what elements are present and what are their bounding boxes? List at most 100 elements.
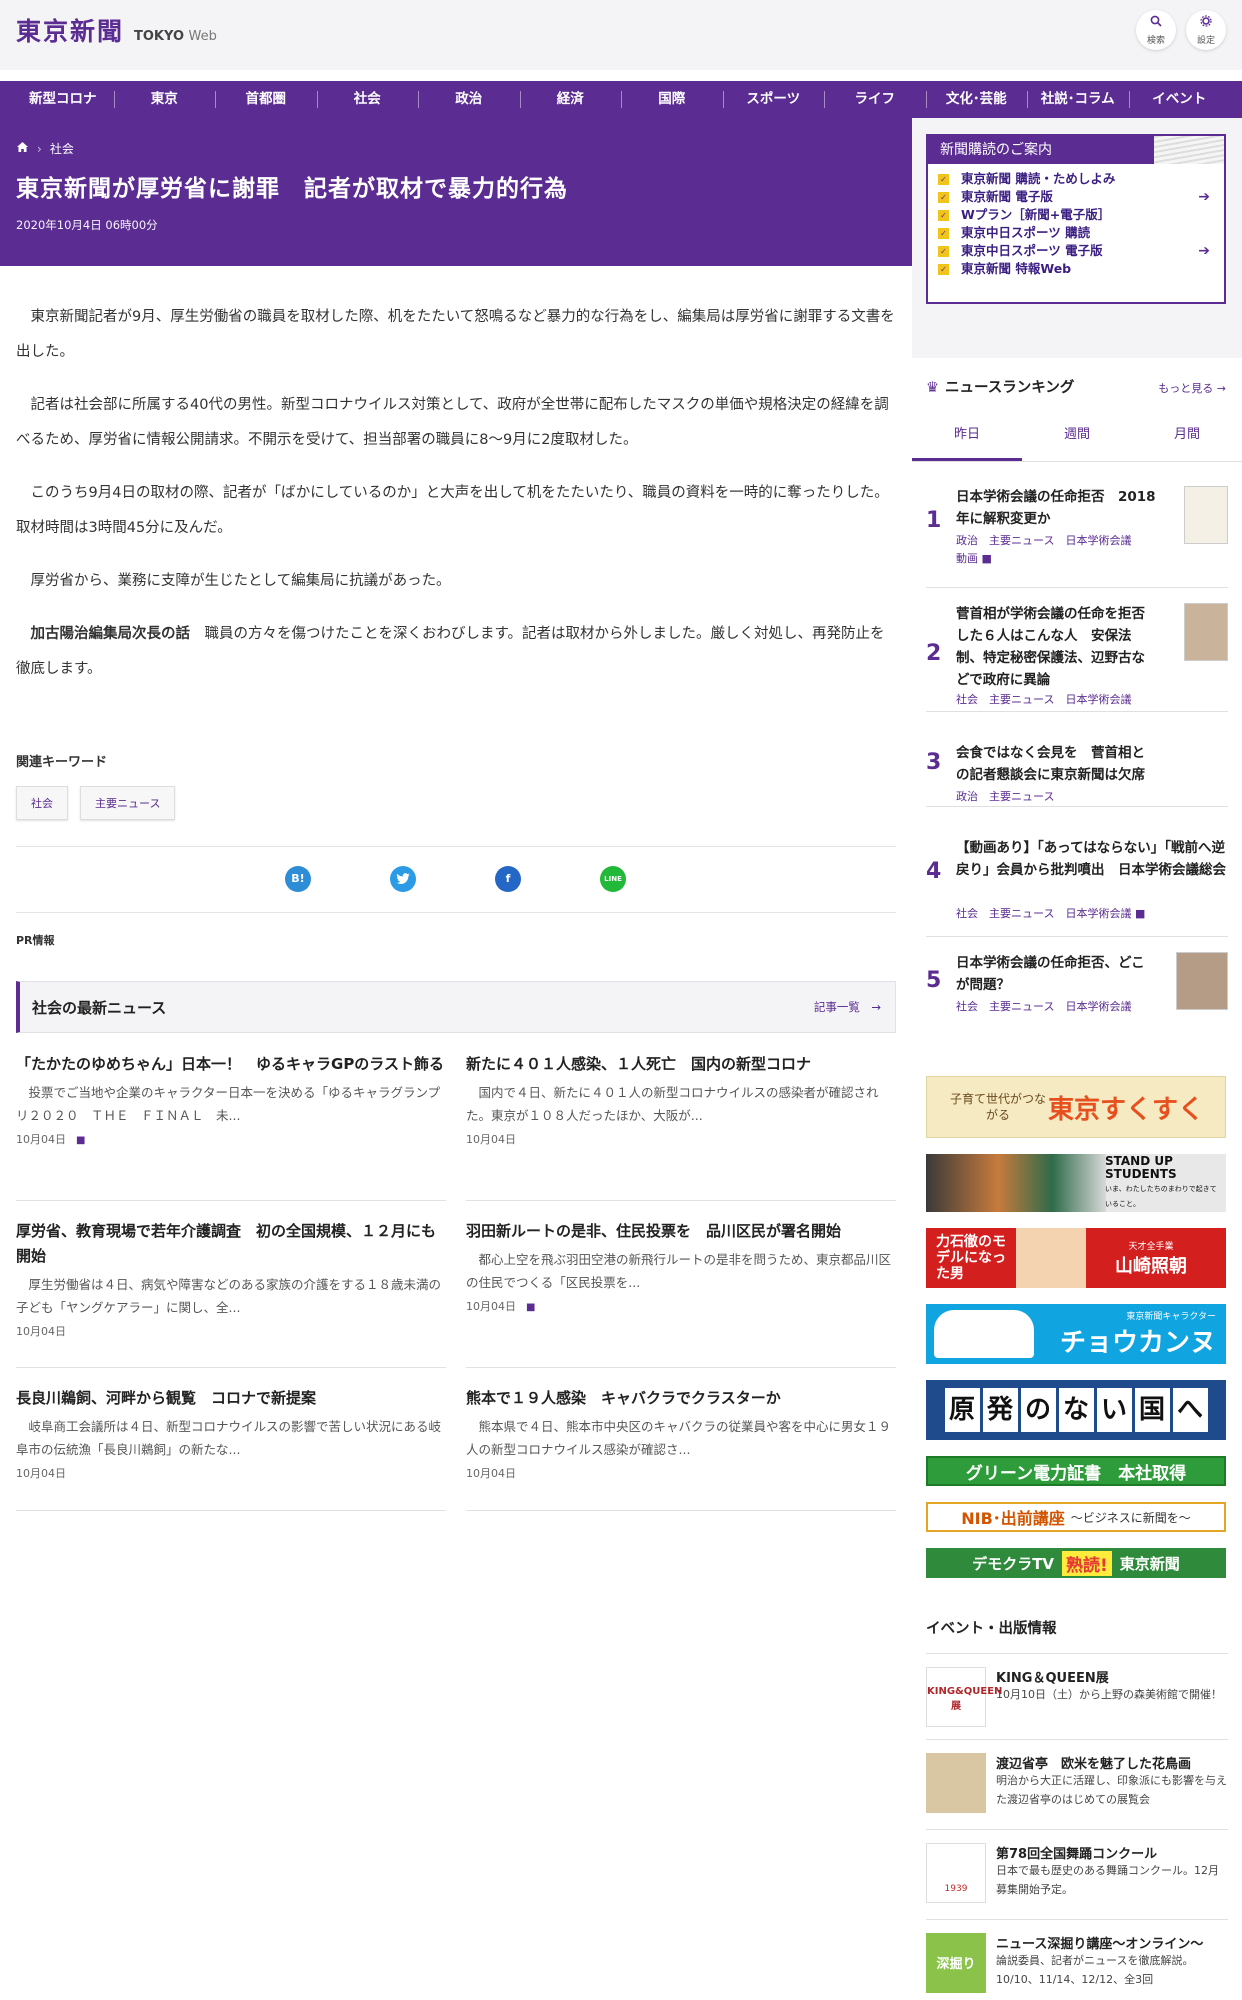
- nav-item-editorial[interactable]: 社説･コラム: [1027, 81, 1129, 118]
- subscription-link[interactable]: ✓ 東京新聞 特報Web: [938, 260, 1214, 278]
- news-title[interactable]: 「たかたのゆめちゃん」日本一！ ゆるキャラGPのラスト飾る: [16, 1052, 446, 1077]
- event-title[interactable]: 第78回全国舞踊コンクール: [996, 1843, 1157, 1862]
- democra-tv-banner[interactable]: デモクラTV 熟読! 東京新聞: [926, 1548, 1226, 1578]
- nav-item-shutoken[interactable]: 首都圏: [215, 81, 317, 118]
- news-title[interactable]: 新たに４０１人感染、１人死亡 国内の新型コロナ: [466, 1052, 896, 1077]
- camera-icon: ■: [526, 1302, 536, 1313]
- nav-item-society[interactable]: 社会: [316, 81, 419, 118]
- news-item[interactable]: 「たかたのゆめちゃん」日本一！ ゆるキャラGPのラスト飾る 投票でご当地や企業の…: [16, 1052, 446, 1147]
- divider: [16, 846, 896, 847]
- breadcrumb-society[interactable]: 社会: [50, 140, 74, 157]
- event-title[interactable]: KING＆QUEEN展: [996, 1667, 1109, 1686]
- check-icon: ✓: [938, 191, 949, 203]
- ranking-item[interactable]: 4 【動画あり】「あってはならない」「戦前へ逆戻り」会員から批判噴出 日本学術会…: [926, 837, 1228, 927]
- search-button[interactable]: 検索: [1136, 10, 1176, 50]
- event-item[interactable]: 1939 第78回全国舞踊コンクール 日本で最も歴史のある舞踊コンクール。12月…: [926, 1843, 1228, 1905]
- ranking-item-title[interactable]: 【動画あり】「あってはならない」「戦前へ逆戻り」会員から批判噴出 日本学術会議総…: [956, 837, 1226, 881]
- twitter-icon[interactable]: [390, 866, 416, 892]
- news-item[interactable]: 新たに４０１人感染、１人死亡 国内の新型コロナ 国内で４日、新たに４０１人の新型…: [466, 1052, 896, 1147]
- genpatsu-char: 発: [982, 1388, 1018, 1432]
- subscription-link[interactable]: ✓ 東京新聞 電子版 ➔: [938, 188, 1214, 206]
- article-list-link[interactable]: 記事一覧 →: [814, 999, 881, 1015]
- subscription-link[interactable]: ✓ 東京中日スポーツ 電子版 ➔: [938, 242, 1214, 260]
- nav-item-international[interactable]: 国際: [621, 81, 723, 118]
- home-icon[interactable]: [16, 141, 29, 156]
- sukusuku-banner[interactable]: 子育て世代がつながる 東京すくすく: [926, 1076, 1226, 1138]
- event-text: 論説委員、記者がニュースを徹底解説。10/10、11/14、12/12、全3回: [996, 1954, 1194, 1986]
- login-icon: ➔: [1198, 189, 1210, 205]
- ranking-item[interactable]: 3 会食ではなく会見を 菅首相との記者懇談会に東京新聞は欠席 政治 主要ニュース: [926, 742, 1228, 812]
- subscription-list: ✓ 東京新聞 購読・ためしよみ ✓ 東京新聞 電子版 ➔ ✓ Wプラン［新聞+電子版］ …: [928, 164, 1224, 284]
- news-item[interactable]: 熊本で１９人感染 キャバクラでクラスターか 熊本県で４日、熊本市中央区のキャバク…: [466, 1386, 896, 1481]
- yamasaki-caption: 力石徹のモデルになった男: [936, 1234, 1006, 1282]
- article-paragraph: 東京新聞記者が9月、厚生労働省の職員を取材した際、机をたたいて怒鳴るなど暴力的な…: [16, 309, 895, 360]
- keyword-tag[interactable]: 主要ニュース: [80, 786, 176, 820]
- line-icon[interactable]: LINE: [600, 866, 626, 892]
- ranking-thumbnail: [1176, 952, 1228, 1010]
- ranking-item[interactable]: 1 日本学術会議の任命拒否 2018年に解釈変更か 政治 主要ニュース 日本学術…: [926, 486, 1228, 570]
- ranking-item-title[interactable]: 菅首相が学術会議の任命を拒否した６人はこんな人 安保法制、特定秘密保護法、辺野古…: [956, 603, 1156, 691]
- event-image: [926, 1753, 986, 1813]
- hatena-bookmark-button[interactable]: B!: [285, 866, 311, 892]
- ranking-item[interactable]: 2 菅首相が学術会議の任命を拒否した６人はこんな人 安保法制、特定秘密保護法、辺…: [926, 603, 1228, 706]
- divider: [466, 1200, 896, 1201]
- tab-weekly[interactable]: 週間: [1022, 410, 1132, 461]
- genpatsu-banner[interactable]: 原 発 の な い 国 へ: [926, 1380, 1226, 1440]
- democra-paper: 東京新聞: [1119, 1554, 1180, 1573]
- ranking-item[interactable]: 5 日本学術会議の任命拒否、どこが問題？ 社会 主要ニュース 日本学術会議: [926, 952, 1228, 1020]
- news-title[interactable]: 熊本で１９人感染 キャバクラでクラスターか: [466, 1386, 896, 1411]
- choukantu-banner[interactable]: 東京新聞キャラクター チョウカンヌ: [926, 1304, 1226, 1364]
- students-banner[interactable]: STAND UP STUDENTS いま、わたしたちのまわりで起きていること。: [926, 1154, 1226, 1212]
- tab-yesterday[interactable]: 昨日: [912, 410, 1022, 461]
- green-power-banner[interactable]: グリーン電力証書 本社取得: [926, 1456, 1226, 1486]
- news-item[interactable]: 厚労省、教育現場で若年介護調査 初の全国規模、１２月にも開始 厚生労働省は４日、…: [16, 1219, 446, 1339]
- news-title[interactable]: 長良川鵜飼、河畔から観覧 コロナで新提案: [16, 1386, 446, 1411]
- event-item[interactable]: 深掘り ニュース深掘り講座～オンライン～ 論説委員、記者がニュースを徹底解説。1…: [926, 1933, 1228, 1995]
- tab-monthly[interactable]: 月間: [1132, 410, 1242, 461]
- event-title[interactable]: ニュース深掘り講座～オンライン～: [996, 1933, 1203, 1952]
- subscription-link[interactable]: ✓ 東京中日スポーツ 購読: [938, 224, 1214, 242]
- ranking-item-title[interactable]: 日本学術会議の任命拒否、どこが問題？: [956, 952, 1156, 996]
- site-logo[interactable]: 東京新聞 TOKYO Web: [16, 12, 217, 48]
- yamasaki-small: 天才全手業: [1128, 1241, 1174, 1252]
- nib-caption: ～ビジネスに新聞を～: [1070, 1510, 1191, 1525]
- news-title[interactable]: 厚労省、教育現場で若年介護調査 初の全国規模、１２月にも開始: [16, 1219, 446, 1269]
- event-text: 日本で最も歴史のある舞踊コンクール。12月募集開始予定。: [996, 1864, 1219, 1896]
- ranking-thumbnail: [1184, 486, 1228, 544]
- nav-item-culture[interactable]: 文化･芸能: [925, 81, 1028, 118]
- nav-item-life[interactable]: ライフ: [824, 81, 926, 118]
- nav-item-corona[interactable]: 新型コロナ: [12, 81, 114, 118]
- newspaper-image: [1154, 136, 1224, 164]
- settings-button[interactable]: 設定: [1186, 10, 1226, 50]
- news-title[interactable]: 羽田新ルートの是非、住民投票を 品川区民が署名開始: [466, 1219, 896, 1244]
- subscription-box: 新聞購読のご案内 ✓ 東京新聞 購読・ためしよみ ✓ 東京新聞 電子版 ➔ ✓ Wプラン…: [926, 134, 1226, 304]
- subscription-link[interactable]: ✓ 東京新聞 購読・ためしよみ: [938, 170, 1214, 188]
- students-caption: いま、わたしたちのまわりで起きていること。: [1105, 1185, 1217, 1208]
- ranking-item-title[interactable]: 会食ではなく会見を 菅首相との記者懇談会に東京新聞は欠席: [956, 742, 1156, 786]
- event-item[interactable]: KING&QUEEN展 KING＆QUEEN展 10月10日（土）から上野の森美…: [926, 1667, 1228, 1729]
- sukusuku-caption: 子育て世代がつながる: [949, 1092, 1046, 1122]
- nav-item-politics[interactable]: 政治: [418, 81, 520, 118]
- nav-item-tokyo[interactable]: 東京: [113, 81, 216, 118]
- article-body: 東京新聞記者が9月、厚生労働省の職員を取材した際、机をたたいて怒鳴るなど暴力的な…: [16, 300, 896, 705]
- news-item[interactable]: 長良川鵜飼、河畔から観覧 コロナで新提案 岐阜商工会議所は４日、新型コロナウイル…: [16, 1386, 446, 1481]
- rank-number: 4: [926, 859, 942, 884]
- event-title[interactable]: 渡辺省亭 欧米を魅了した花鳥画: [996, 1753, 1191, 1772]
- latest-news-title: 社会の最新ニュース: [32, 999, 167, 1017]
- yamasaki-banner[interactable]: 力石徹のモデルになった男 天才全手業山崎照朝: [926, 1228, 1226, 1288]
- ranking-item-title[interactable]: 日本学術会議の任命拒否 2018年に解釈変更か: [956, 486, 1156, 530]
- nav-item-event[interactable]: イベント: [1128, 81, 1231, 118]
- apology-paragraph: 加古陽治編集局次長の話 職員の方々を傷つけたことを深くおわびします。記者は取材か…: [16, 617, 896, 687]
- subscription-link[interactable]: ✓ Wプラン［新聞+電子版］: [938, 206, 1214, 224]
- event-item[interactable]: 渡辺省亭 欧米を魅了した花鳥画 明治から大正に活躍し、印象派にも影響を与えた渡辺…: [926, 1753, 1228, 1815]
- ranking-more-link[interactable]: もっと見る →: [1158, 380, 1226, 396]
- nib-banner[interactable]: NIB･出前講座 ～ビジネスに新聞を～: [926, 1502, 1226, 1532]
- logo-text: 東京新聞: [16, 17, 125, 46]
- facebook-icon[interactable]: f: [495, 866, 521, 892]
- yamasaki-name: 山崎照朝: [1115, 1255, 1187, 1277]
- nav-item-sports[interactable]: スポーツ: [722, 81, 825, 118]
- keyword-tag[interactable]: 社会: [16, 786, 68, 820]
- nav-item-economy[interactable]: 経済: [519, 81, 622, 118]
- event-text: 明治から大正に活躍し、印象派にも影響を与えた渡辺省亭のはじめての展覧会: [996, 1774, 1227, 1806]
- news-item[interactable]: 羽田新ルートの是非、住民投票を 品川区民が署名開始 都心上空を飛ぶ羽田空港の新飛…: [466, 1219, 896, 1314]
